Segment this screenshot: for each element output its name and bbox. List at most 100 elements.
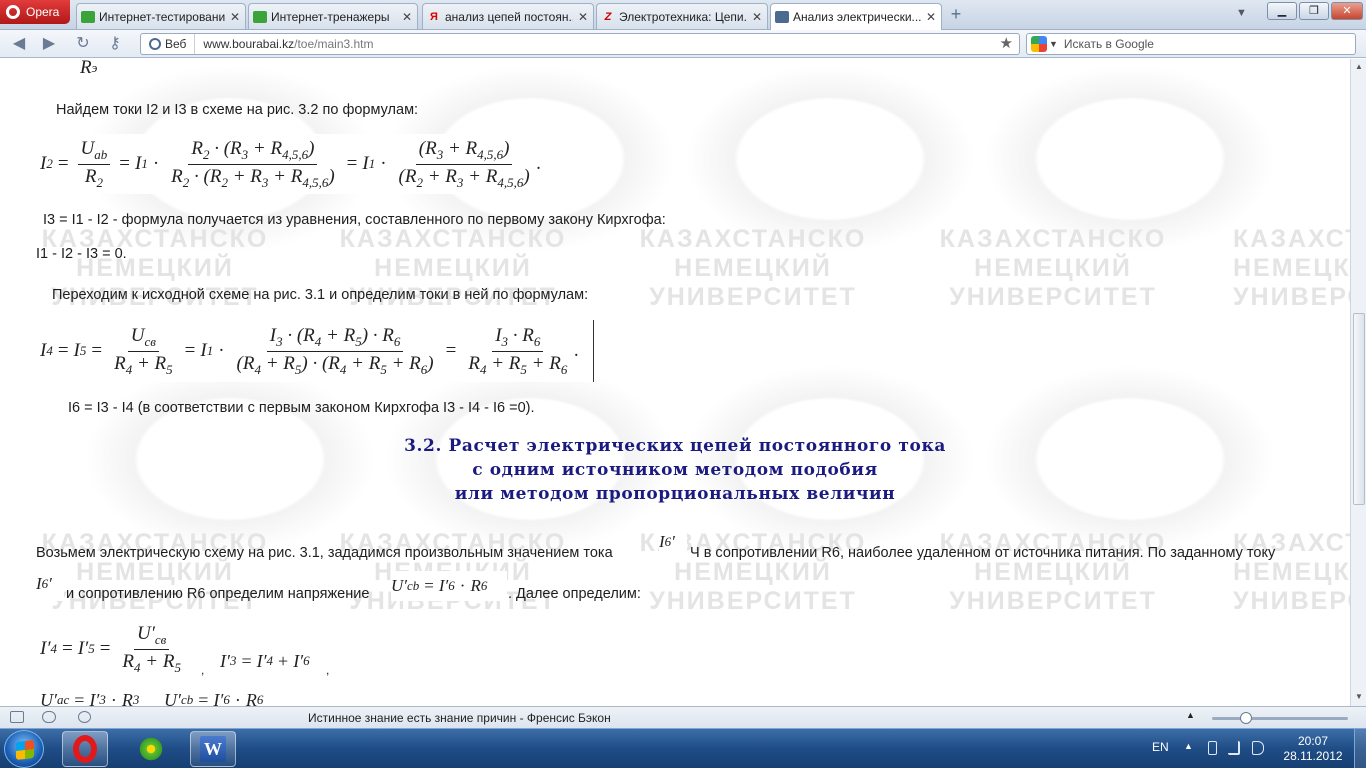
zoom-slider-handle[interactable] xyxy=(1240,712,1252,724)
navigation-toolbar: ◀ ▶ ↻ ⚷ Веб www.bourabai.kz/toe/main3.ht… xyxy=(0,30,1366,58)
globe-icon xyxy=(149,38,161,50)
taskbar-icq-button[interactable] xyxy=(128,731,174,767)
windows-taskbar: W EN ▲ 20:07 28.11.2012 xyxy=(0,728,1366,768)
tab-label: Электротехника: Цепи... xyxy=(619,9,747,24)
language-indicator[interactable]: EN xyxy=(1152,740,1169,754)
scroll-down-arrow-icon[interactable]: ▼ xyxy=(1353,691,1365,703)
bookmark-star-icon[interactable]: ★ xyxy=(1000,34,1013,54)
heading-line-1: 3.2. Расчет электрических цепей постоянн… xyxy=(404,436,946,456)
tab-bar: Opera Интернет-тестирование ✕ Интернет-т… xyxy=(0,0,1366,30)
heading-line-2: с одним источником методом подобия xyxy=(472,460,878,480)
formula-i4-i5: I 4 = I 5 = Ucв R4 + R5 = I 1 · I3 · (R4 + R5) · … xyxy=(36,320,594,382)
close-icon[interactable]: ✕ xyxy=(401,10,413,24)
page-icon xyxy=(775,11,789,23)
taskbar-word-button[interactable]: W xyxy=(190,731,236,767)
formula-ucb-prime-2: U′ cb = I′ 6 · R 6 xyxy=(160,686,272,706)
formula-fragment-top: Rэ xyxy=(36,59,110,81)
watermark-text: КАЗАХСТАНСКОНЕМЕЦКИЙУНИВЕРСИТЕТ xyxy=(1233,225,1350,311)
close-icon[interactable]: ✕ xyxy=(751,10,763,24)
scroll-up-arrow-icon[interactable]: ▲ xyxy=(1353,61,1365,73)
site-info-badge[interactable]: Веб xyxy=(141,34,196,54)
watermark-text: КАЗАХСТАНСКОНЕМЕЦКИЙУНИВЕРСИТЕТ xyxy=(939,225,1167,311)
opera-icon xyxy=(73,735,97,763)
close-icon[interactable]: ✕ xyxy=(229,10,241,24)
site-badge-label: Веб xyxy=(165,37,187,51)
formula-i3-prime: I′ 3 = I′ 4 + I′ 6 xyxy=(216,645,326,677)
url-path: /toe/main3.htm xyxy=(294,37,374,51)
paragraph-i3: I3 = I1 - I2 - формула получается из ура… xyxy=(43,212,666,228)
opera-menu-button[interactable]: Opera xyxy=(0,0,70,24)
formula-uac-prime: U′ ac = I′ 3 · R 3 xyxy=(36,686,148,706)
paragraph-go-to-source: Переходим к исходной схеме на рис. 3.1 и… xyxy=(52,287,589,303)
cloud-icon[interactable] xyxy=(42,711,56,723)
url-text[interactable]: www.bourabai.kz/toe/main3.htm xyxy=(195,37,373,51)
status-quote-text: Истинное знание есть знание причин - Фре… xyxy=(308,711,611,725)
status-up-arrow-icon[interactable]: ▲ xyxy=(1186,710,1195,720)
tab-electrotechnics[interactable]: Z Электротехника: Цепи... ✕ xyxy=(596,3,768,29)
signal-bars-icon[interactable] xyxy=(1228,741,1240,755)
watermark-text: КАЗАХСТАНСКОНЕМЕЦКИЙУНИВЕРСИТЕТ xyxy=(639,225,867,311)
windows-logo-icon xyxy=(16,740,34,760)
panel-toggle-icon[interactable] xyxy=(10,711,24,723)
watermark-text: КАЗАХСТАНСКОНЕМЕЦКИЙУНИВЕРСИТЕТ xyxy=(939,529,1167,615)
taskbar-opera-button[interactable] xyxy=(62,731,108,767)
formula-i6-prime: I 6 ′ xyxy=(659,522,687,562)
formula-i4-prime: I′ 4 = I′ 5 = U′cв R4 + R5 xyxy=(36,619,200,679)
tab-label: Интернет-тренажеры xyxy=(271,9,390,24)
system-tray: EN ▲ 20:07 28.11.2012 xyxy=(1140,729,1366,768)
battery-icon[interactable] xyxy=(1208,741,1217,755)
clock-date: 28.11.2012 xyxy=(1283,749,1343,763)
back-button[interactable]: ◀ xyxy=(8,34,30,54)
vertical-scrollbar[interactable]: ▲ ▼ xyxy=(1350,59,1366,706)
clock[interactable]: 20:07 28.11.2012 xyxy=(1280,734,1346,764)
opera-logo-icon xyxy=(6,5,20,19)
icq-flower-icon xyxy=(138,736,164,762)
start-button[interactable] xyxy=(4,730,44,768)
scrollbar-thumb[interactable] xyxy=(1353,313,1365,505)
close-window-button[interactable]: ✕ xyxy=(1331,2,1363,20)
green-tab-icon xyxy=(253,10,267,23)
tab-label: Анализ электрически... xyxy=(793,10,921,24)
zoom-slider[interactable] xyxy=(1212,717,1348,720)
volume-icon[interactable] xyxy=(1252,741,1264,755)
tab-internet-testing[interactable]: Интернет-тестирование ✕ xyxy=(76,3,246,29)
page-content: КАЗАХСТАНСКО НЕМЕЦКИЙ УНИВЕРСИТЕТ КАЗАХСТА… xyxy=(0,59,1350,706)
search-field[interactable]: ▼ Искать в Google xyxy=(1026,33,1356,55)
watermark-eagle xyxy=(660,59,1000,269)
comma-separator: , xyxy=(201,663,205,677)
word-icon: W xyxy=(200,736,226,762)
close-icon[interactable]: ✕ xyxy=(577,10,589,24)
paragraph-i6: I6 = I3 - I4 (в соответствии с первым за… xyxy=(68,400,535,416)
tab-list-arrow-icon[interactable]: ▼ xyxy=(1236,7,1247,19)
watermark-text: КАЗАХСТАНСКОНЕМЕЦКИЙУНИВЕРСИТЕТ xyxy=(41,529,269,615)
forward-button[interactable]: ▶ xyxy=(38,34,60,54)
paragraph-kirchhoff-equation: I1 - I2 - I3 = 0. xyxy=(36,246,127,262)
paragraph-resistance-b: . Далее определим: xyxy=(508,586,641,602)
comma-separator: , xyxy=(326,663,330,677)
show-hidden-icons-arrow-icon[interactable]: ▲ xyxy=(1184,741,1193,751)
show-desktop-button[interactable] xyxy=(1354,729,1366,768)
formula-i6-prime-inline: I 6 ′ xyxy=(36,567,64,601)
key-icon[interactable]: ⚷ xyxy=(104,34,126,54)
minimize-button[interactable]: ▁ xyxy=(1267,2,1297,20)
watermark-eagle xyxy=(960,59,1300,269)
tab-dc-circuit-analysis[interactable]: Я анализ цепей постоян... ✕ xyxy=(422,3,594,29)
heading-line-3: или методом пропорциональных величин xyxy=(454,484,896,504)
new-tab-button[interactable]: + xyxy=(946,5,966,24)
address-field[interactable]: Веб www.bourabai.kz/toe/main3.htm ★ xyxy=(140,33,1020,55)
reload-button[interactable]: ↻ xyxy=(72,34,94,54)
search-engine-dropdown-icon[interactable]: ▼ xyxy=(1049,39,1058,49)
opera-menu-label: Opera xyxy=(26,5,60,19)
green-tab-icon xyxy=(81,10,95,23)
tab-label: анализ цепей постоян... xyxy=(445,9,573,24)
google-icon[interactable] xyxy=(1031,36,1047,52)
search-placeholder: Искать в Google xyxy=(1063,37,1154,51)
maximize-button[interactable]: ❐ xyxy=(1299,2,1329,20)
tab-circuit-analysis-active[interactable]: Анализ электрически... ✕ xyxy=(770,3,942,30)
z-site-icon: Z xyxy=(604,10,612,23)
formula-ucb-prime: U′ cb = I′ 6 · R 6 xyxy=(391,571,507,601)
speed-dial-icon[interactable] xyxy=(78,711,91,723)
close-icon[interactable]: ✕ xyxy=(925,10,937,24)
clock-time: 20:07 xyxy=(1297,734,1329,748)
tab-internet-trainers[interactable]: Интернет-тренажеры ✕ xyxy=(248,3,418,29)
